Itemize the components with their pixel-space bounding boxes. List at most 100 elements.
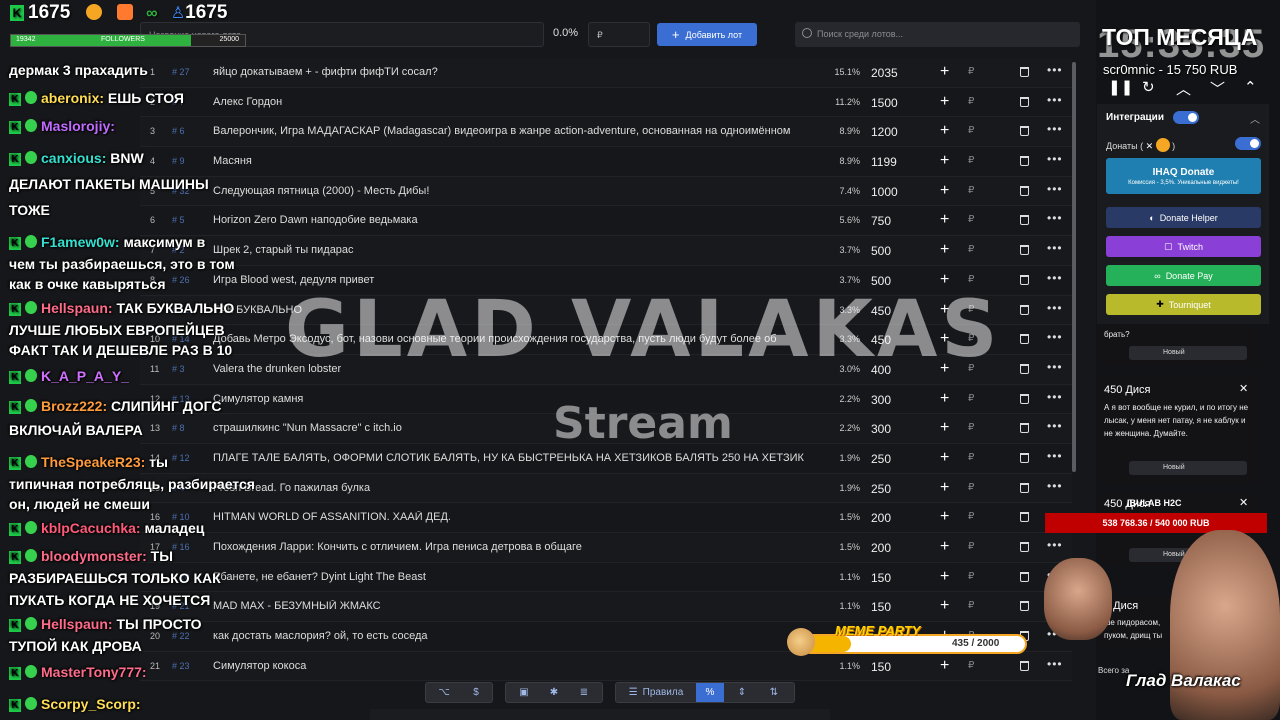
more-icon[interactable]: ••• — [1047, 538, 1063, 552]
more-icon[interactable]: ••• — [1047, 330, 1063, 344]
chat-username[interactable]: F1amew0w: — [41, 234, 120, 250]
delete-icon[interactable] — [1020, 215, 1029, 226]
add-lot-button[interactable]: + Добавить лот — [657, 23, 757, 46]
donation-status-select[interactable]: Новый — [1129, 461, 1247, 475]
lot-row[interactable]: 5 # 32 Следующая пятница (2000) - Месть Ди… — [140, 176, 1072, 207]
delete-icon[interactable] — [1020, 156, 1029, 167]
chat-username[interactable]: Hellspaun: — [41, 616, 113, 632]
add-amount-icon[interactable]: + — [940, 152, 949, 170]
lot-row[interactable]: 19# 21MAD MAX - БЕЗУМНЫЙ ЖМАКС1.1%150+₽•… — [140, 592, 1072, 623]
add-amount-icon[interactable]: + — [940, 508, 949, 526]
delete-icon[interactable] — [1020, 482, 1029, 493]
lot-row[interactable]: 7 # 2 Шрек 2, старый ты пидарас 3.7% 500 + ₽ ••… — [140, 236, 1072, 266]
chat-username[interactable]: Hellspaun: — [41, 300, 113, 316]
more-icon[interactable]: ••• — [1047, 390, 1063, 404]
more-icon[interactable]: ••• — [1047, 63, 1063, 77]
more-icon[interactable]: ••• — [1047, 152, 1063, 166]
delete-icon[interactable] — [1020, 423, 1029, 434]
add-amount-icon[interactable]: + — [940, 122, 949, 140]
delete-icon[interactable] — [1020, 660, 1029, 671]
delete-icon[interactable] — [1020, 393, 1029, 404]
dollar-button[interactable]: $ — [462, 683, 490, 702]
delete-icon[interactable] — [1020, 512, 1029, 523]
lot-name[interactable]: ПЛАГЕ ТАЛЕ БАЛЯТЬ, ОФОРМИ СЛОТИК БАЛЯТЬ,… — [213, 452, 821, 464]
delete-icon[interactable] — [1020, 245, 1029, 256]
more-icon[interactable]: ••• — [1047, 93, 1063, 107]
lot-name[interactable]: Масяня — [213, 155, 821, 167]
integrations-toggle[interactable] — [1173, 111, 1199, 124]
add-amount-icon[interactable]: + — [940, 449, 949, 467]
more-icon[interactable]: ••• — [1047, 360, 1063, 374]
chat-username[interactable]: aberonix: — [41, 90, 104, 106]
lot-name[interactable]: Fresh Bread. Го пажилая булка — [213, 482, 821, 494]
lot-name[interactable]: Следующая пятница (2000) - Месть Дибы! — [213, 185, 821, 197]
twitch-button[interactable]: ▢ Twitch — [1106, 236, 1261, 257]
delete-icon[interactable] — [1020, 96, 1029, 107]
double-chevron-up-icon[interactable]: ⌃ — [1244, 78, 1257, 96]
github-icon[interactable]: ⌥ — [430, 683, 458, 702]
add-amount-icon[interactable]: + — [940, 182, 949, 200]
lot-name[interactable]: Симулятор кокоса — [213, 660, 821, 672]
percent-mode-button[interactable]: % — [696, 683, 724, 702]
delete-icon[interactable] — [1020, 274, 1029, 285]
delete-icon[interactable] — [1020, 452, 1029, 463]
more-icon[interactable]: ••• — [1047, 122, 1063, 136]
chat-username[interactable]: K_A_P_A_Y_ — [41, 368, 129, 384]
add-amount-icon[interactable]: + — [940, 597, 949, 615]
chevron-up-icon[interactable]: ︿ — [1176, 78, 1191, 99]
delete-icon[interactable] — [1020, 126, 1029, 137]
lot-search-input[interactable]: Поиск среди лотов... — [795, 22, 1080, 47]
close-icon[interactable]: ✕ — [1239, 496, 1248, 509]
bug-icon[interactable]: ✱ — [540, 683, 568, 702]
chat-username[interactable]: bloodymonster: — [41, 548, 147, 564]
lot-row[interactable]: 15 # 4 Fresh Bread. Го пажилая булка 1.9% 25… — [140, 473, 1072, 504]
donate-pay-button[interactable]: ∞ Donate Pay — [1106, 265, 1261, 286]
delete-icon[interactable] — [1020, 304, 1029, 315]
lot-name[interactable]: Шрек 2, старый ты пидарас — [213, 244, 821, 256]
price-input[interactable]: ₽ — [588, 22, 650, 47]
lot-name[interactable]: Horizon Zero Dawn наподобие ведьмака — [213, 214, 821, 226]
chat-username[interactable]: canxious: — [41, 150, 106, 166]
lot-name[interactable]: MAD MAX - БЕЗУМНЫЙ ЖМАКС — [213, 600, 821, 612]
restart-icon[interactable]: ↻ — [1142, 78, 1155, 96]
tourniquet-button[interactable]: ✚ Tourniquet — [1106, 294, 1261, 315]
chevron-down-icon[interactable]: ﹀ — [1210, 78, 1225, 99]
lot-row[interactable]: 16 # 10 HITMAN WORLD OF ASSANITION. ХААЙ Д… — [140, 503, 1072, 533]
add-amount-icon[interactable]: + — [940, 479, 949, 497]
lots-scrollbar[interactable] — [1072, 62, 1076, 472]
add-amount-icon[interactable]: + — [940, 211, 949, 229]
lot-row[interactable]: 17 # 16 Похождения Ларри: Кончить с отличи… — [140, 533, 1072, 563]
lot-row[interactable]: 2 # 7 Алекс Гордон 11.2% 1500 + ₽ ••• — [140, 88, 1072, 118]
chat-username[interactable]: Maslorojiy: — [41, 118, 115, 134]
add-amount-icon[interactable]: + — [940, 419, 949, 437]
clear-list-icon[interactable]: ≣ — [570, 683, 598, 702]
add-amount-icon[interactable]: + — [940, 657, 949, 675]
lot-name[interactable]: Игра Blood west, дедуля привет — [213, 274, 821, 286]
delete-icon[interactable] — [1020, 363, 1029, 374]
ihaq-donate-button[interactable]: IHAQ Donate Комиссия - 3,5%. Уникальные … — [1106, 158, 1261, 194]
lot-name[interactable]: Ебанете, не ебанет? Dyint Light The Beas… — [213, 571, 821, 583]
more-icon[interactable]: ••• — [1047, 182, 1063, 196]
lot-name[interactable]: Алекс Гордон — [213, 96, 821, 108]
chat-username[interactable]: Scorpy_Scorp: — [41, 696, 141, 712]
add-amount-icon[interactable]: + — [940, 568, 949, 586]
lot-name[interactable]: яйцо докатываем + - фифти фифТИ сосал? — [213, 66, 821, 78]
more-icon[interactable]: ••• — [1047, 449, 1063, 463]
delete-icon[interactable] — [1020, 601, 1029, 612]
donate-helper-button[interactable]: ◐ Donate Helper — [1106, 207, 1261, 228]
more-icon[interactable]: ••• — [1047, 241, 1063, 255]
collapse-icon[interactable]: ︿ — [1250, 111, 1260, 126]
lot-name[interactable]: Похождения Ларри: Кончить с отличием. Иг… — [213, 541, 821, 553]
delete-icon[interactable] — [1020, 334, 1029, 345]
add-amount-icon[interactable]: + — [940, 241, 949, 259]
more-icon[interactable]: ••• — [1047, 479, 1063, 493]
more-icon[interactable]: ••• — [1047, 211, 1063, 225]
add-amount-icon[interactable]: + — [940, 63, 949, 81]
donation-status-select[interactable]: Новый — [1129, 346, 1247, 360]
lot-name[interactable]: HITMAN WORLD OF ASSANITION. ХААЙ ДЕД. — [213, 511, 821, 523]
donates-toggle[interactable] — [1235, 137, 1261, 150]
rules-button[interactable]: ☰ Правила — [620, 683, 692, 702]
more-icon[interactable]: ••• — [1047, 657, 1063, 671]
pause-icon[interactable]: ❚❚ — [1108, 78, 1133, 96]
more-icon[interactable]: ••• — [1047, 271, 1063, 285]
